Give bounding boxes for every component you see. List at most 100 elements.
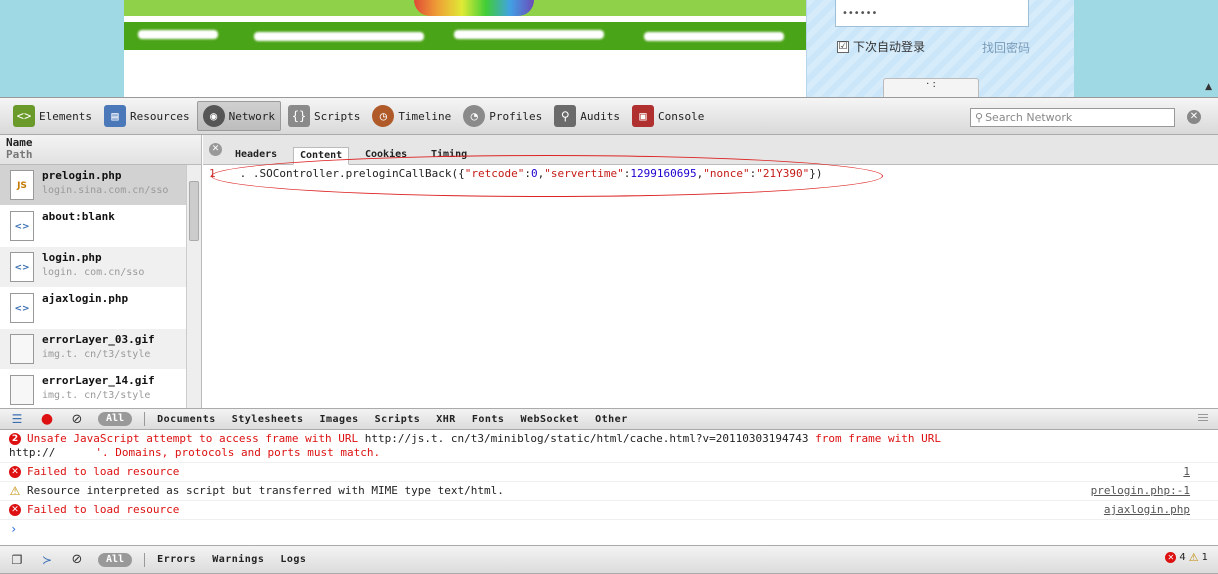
resource-item[interactable]: <> about:blank: [0, 206, 201, 247]
filter-warnings[interactable]: Warnings: [212, 554, 264, 565]
resource-path: img.t. cn/t3/style: [42, 349, 151, 360]
resize-grip-icon[interactable]: [1198, 414, 1208, 422]
divider: [144, 552, 146, 567]
message-source-link[interactable]: ajaxlogin.php: [1104, 503, 1190, 517]
resource-item[interactable]: errorLayer_14.gif img.t. cn/t3/style: [0, 370, 201, 411]
resource-path: login.sina.com.cn/sso: [42, 185, 169, 196]
timeline-icon: ◷: [372, 105, 395, 127]
remember-me[interactable]: ☑ 下次自动登录: [837, 38, 925, 55]
rainbow-graphic: [414, 0, 534, 16]
html-file-icon: <>: [10, 293, 34, 323]
remember-checkbox[interactable]: ☑: [837, 40, 849, 53]
console-message-error[interactable]: ✕ Failed to load resource ajaxlogin.php: [0, 501, 1218, 520]
message-source-link[interactable]: prelogin.php:-1: [1091, 484, 1190, 498]
tool-timeline[interactable]: ◷ Timeline: [367, 101, 456, 131]
resource-list-header[interactable]: Name Path: [0, 135, 201, 165]
tool-label: Timeline: [398, 109, 452, 123]
search-network-input[interactable]: ⚲ Search Network: [970, 108, 1175, 127]
tool-scripts[interactable]: {} Scripts: [283, 101, 365, 131]
filter-images[interactable]: Images: [319, 414, 358, 425]
resource-name: prelogin.php: [42, 169, 122, 182]
tool-resources[interactable]: ▤ Resources: [99, 101, 195, 131]
resource-item[interactable]: JS prelogin.php login.sina.com.cn/sso: [0, 165, 201, 206]
resource-name: login.php: [42, 251, 102, 264]
console-message-error[interactable]: 2 Unsafe JavaScript attempt to access fr…: [0, 430, 1218, 463]
filter-all[interactable]: All: [98, 552, 133, 567]
search-placeholder: Search Network: [985, 111, 1073, 124]
tool-network[interactable]: ◉ Network: [196, 101, 281, 131]
resource-item[interactable]: <> login.php login. com.cn/sso: [0, 247, 201, 288]
network-icon: ◉: [202, 105, 225, 127]
redacted-text: [254, 32, 424, 41]
tool-audits[interactable]: ⚲ Audits: [549, 101, 625, 131]
scrollbar-thumb[interactable]: [189, 181, 199, 241]
tool-console[interactable]: ▣ Console: [627, 101, 709, 131]
html-file-icon: <>: [10, 211, 34, 241]
divider: [144, 412, 146, 426]
highlight-ellipse: [211, 155, 883, 197]
tool-label: Console: [658, 109, 705, 123]
error-icon: ✕: [9, 466, 21, 478]
warning-icon: ⚠: [9, 484, 21, 498]
filter-other[interactable]: Other: [595, 414, 628, 425]
remember-label: 下次自动登录: [853, 40, 926, 54]
scripts-icon: {}: [287, 105, 310, 127]
close-devtools-icon[interactable]: ✕: [1187, 110, 1201, 124]
redacted-text: [644, 32, 784, 41]
console-message-error[interactable]: ✕ Failed to load resource 1: [0, 463, 1218, 482]
filter-xhr[interactable]: XHR: [436, 414, 456, 425]
filter-fonts[interactable]: Fonts: [472, 414, 505, 425]
filter-documents[interactable]: Documents: [157, 414, 216, 425]
warning-icon: ⚠: [1188, 551, 1199, 564]
tool-label: Elements: [39, 109, 92, 123]
resource-item[interactable]: errorLayer_03.gif img.t. cn/t3/style: [0, 329, 201, 370]
message-url: http://: [9, 446, 56, 459]
html-file-icon: <>: [10, 252, 34, 282]
tab-headers[interactable]: Headers: [229, 147, 283, 165]
resource-detail: ✕ Headers Content Cookies Timing 1. .SOC…: [203, 135, 1218, 408]
path-column-header: Path: [6, 148, 33, 161]
filter-stylesheets[interactable]: Stylesheets: [232, 414, 304, 425]
filter-logs[interactable]: Logs: [280, 554, 306, 565]
elements-icon: <>: [13, 105, 35, 127]
message-text: '. Domains, protocols and ports must mat…: [95, 446, 381, 459]
console-toggle-icon[interactable]: ≻: [38, 552, 56, 568]
tool-label: Scripts: [313, 109, 361, 123]
list-view-icon[interactable]: ☰: [8, 411, 26, 427]
scroll-up-arrow-icon[interactable]: ▲: [1205, 82, 1212, 92]
close-detail-icon[interactable]: ✕: [209, 143, 222, 156]
resource-list-scrollbar[interactable]: [186, 165, 201, 408]
password-field[interactable]: ••••••: [835, 0, 1029, 27]
filter-all[interactable]: All: [98, 412, 133, 426]
search-icon: ⚲: [975, 111, 984, 124]
resource-path: login. com.cn/sso: [42, 267, 145, 278]
console-prompt[interactable]: ›: [0, 520, 1218, 538]
profiles-icon: ◔: [463, 105, 486, 127]
console-status-bar: ❐ ≻ ⊘ All Errors Warnings Logs ✕ 4 ⚠ 1: [0, 545, 1218, 574]
message-counts[interactable]: ✕ 4 ⚠ 1: [1165, 551, 1208, 564]
tool-profiles[interactable]: ◔ Profiles: [458, 101, 547, 131]
console-message-warning[interactable]: ⚠ Resource interpreted as script but tra…: [0, 482, 1218, 501]
message-source-link[interactable]: 1: [1183, 465, 1190, 479]
filter-scripts[interactable]: Scripts: [375, 414, 421, 425]
find-password-link[interactable]: 找回密码: [982, 39, 1030, 56]
message-text: from frame with URL: [808, 432, 941, 445]
filter-websocket[interactable]: WebSocket: [520, 414, 579, 425]
redacted-text: [138, 30, 218, 39]
tool-label: Resources: [129, 109, 190, 123]
dock-icon[interactable]: ❐: [8, 552, 26, 568]
inspected-page: •••••• ☑ 下次自动登录 找回密码 · : ▲: [0, 0, 1218, 97]
record-icon[interactable]: ●: [38, 411, 56, 427]
clear-icon[interactable]: ⊘: [68, 411, 86, 427]
page-banner: [124, 0, 806, 50]
filter-errors[interactable]: Errors: [157, 554, 196, 565]
resource-item[interactable]: <> ajaxlogin.php: [0, 288, 201, 329]
tool-label: Profiles: [489, 109, 543, 123]
clear-console-icon[interactable]: ⊘: [68, 552, 86, 568]
resources-icon: ▤: [103, 105, 126, 127]
image-file-icon: [10, 375, 34, 405]
login-button[interactable]: · :: [883, 78, 979, 97]
resource-list: Name Path JS prelogin.php login.sina.com…: [0, 135, 202, 411]
tool-elements[interactable]: <> Elements: [8, 101, 97, 131]
resource-name: about:blank: [42, 210, 115, 223]
